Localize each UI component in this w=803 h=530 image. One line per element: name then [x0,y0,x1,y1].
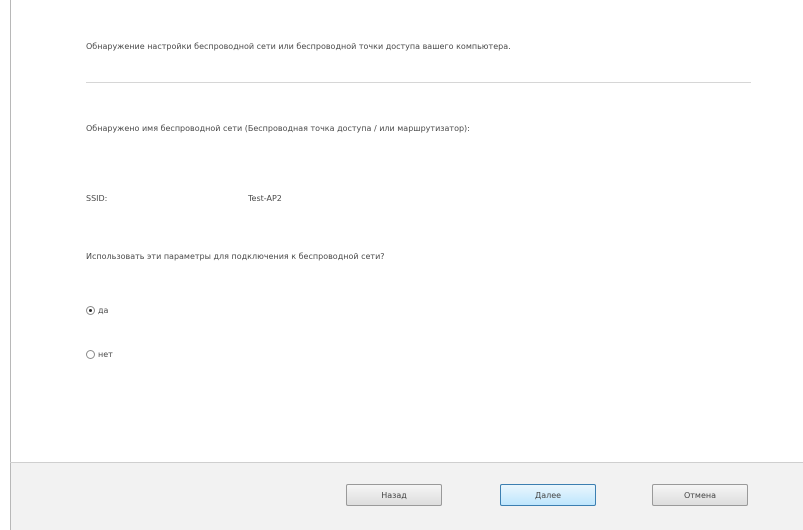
radio-button-yes[interactable] [86,306,95,315]
radio-label-yes[interactable]: да [98,306,108,315]
use-settings-question: Использовать эти параметры для подключен… [86,252,385,261]
wizard-content: Обнаружение настройки беспроводной сети … [0,0,803,462]
radio-label-no[interactable]: нет [98,350,113,359]
ssid-label: SSID: [86,194,108,203]
footer-separator [10,462,803,463]
next-button[interactable]: Далее [500,484,596,506]
back-button[interactable]: Назад [346,484,442,506]
cancel-button[interactable]: Отмена [652,484,748,506]
radio-button-no[interactable] [86,350,95,359]
detected-network-label: Обнаружено имя беспроводной сети (Беспро… [86,124,470,133]
intro-text: Обнаружение настройки беспроводной сети … [86,42,511,51]
content-separator [86,82,751,83]
ssid-value: Test-AP2 [248,194,282,203]
